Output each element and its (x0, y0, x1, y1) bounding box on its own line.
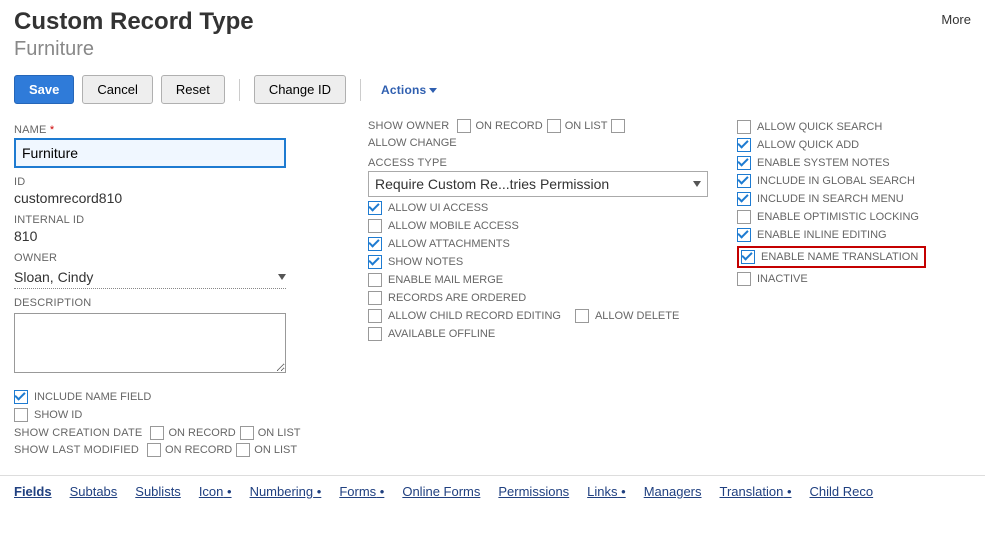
creation-onrecord-checkbox[interactable] (150, 426, 164, 440)
owner-onlist-checkbox[interactable] (547, 119, 561, 133)
allow-ui-access-checkbox[interactable] (368, 201, 382, 215)
page-title: Custom Record Type (14, 8, 254, 36)
include-in-search-menu-checkbox[interactable] (737, 192, 751, 206)
tab-translation[interactable]: Translation (720, 484, 792, 499)
show-creation-date-label: SHOW CREATION DATE (14, 427, 142, 439)
modified-onrecord-checkbox[interactable] (147, 443, 161, 457)
tab-fields[interactable]: Fields (14, 484, 52, 499)
chevron-down-icon (278, 274, 286, 280)
internal-id-value: 810 (14, 228, 344, 244)
allow-attachments-checkbox[interactable] (368, 237, 382, 251)
save-button[interactable]: Save (14, 75, 74, 104)
show-last-modified-label: SHOW LAST MODIFIED (14, 444, 139, 456)
enable-name-translation-highlight: ENABLE NAME TRANSLATION (737, 246, 926, 268)
description-textarea[interactable] (14, 313, 286, 373)
chevron-down-icon (429, 88, 437, 93)
enable-optimistic-locking-checkbox[interactable] (737, 210, 751, 224)
available-offline-checkbox[interactable] (368, 327, 382, 341)
tab-forms[interactable]: Forms (339, 484, 384, 499)
owner-onrecord-checkbox[interactable] (457, 119, 471, 133)
allow-mobile-access-checkbox[interactable] (368, 219, 382, 233)
enable-inline-editing-checkbox[interactable] (737, 228, 751, 242)
change-id-button[interactable]: Change ID (254, 75, 346, 104)
include-name-field-checkbox[interactable] (14, 390, 28, 404)
allow-delete-checkbox[interactable] (575, 309, 589, 323)
records-are-ordered-checkbox[interactable] (368, 291, 382, 305)
owner-select[interactable]: Sloan, Cindy (14, 266, 286, 289)
inactive-checkbox[interactable] (737, 272, 751, 286)
access-type-select[interactable]: Require Custom Re...tries Permission (368, 171, 708, 197)
allow-child-record-editing-checkbox[interactable] (368, 309, 382, 323)
show-id-label: SHOW ID (34, 409, 82, 421)
id-label: ID (14, 176, 344, 188)
owner-label: OWNER (14, 252, 344, 264)
include-name-field-label: INCLUDE NAME FIELD (34, 391, 151, 403)
tab-permissions[interactable]: Permissions (498, 484, 569, 499)
reset-button[interactable]: Reset (161, 75, 225, 104)
internal-id-label: INTERNAL ID (14, 214, 344, 226)
enable-system-notes-checkbox[interactable] (737, 156, 751, 170)
tab-subtabs[interactable]: Subtabs (70, 484, 118, 499)
chevron-down-icon (693, 181, 701, 187)
name-input[interactable] (14, 138, 286, 168)
tab-icon[interactable]: Icon (199, 484, 232, 499)
page-subtitle: Furniture (14, 38, 254, 61)
creation-onlist-checkbox[interactable] (240, 426, 254, 440)
tab-child-records[interactable]: Child Reco (810, 484, 874, 499)
access-type-label: ACCESS TYPE (368, 157, 713, 169)
tab-online-forms[interactable]: Online Forms (402, 484, 480, 499)
cancel-button[interactable]: Cancel (82, 75, 152, 104)
divider (239, 79, 240, 101)
tab-links[interactable]: Links (587, 484, 626, 499)
modified-onlist-checkbox[interactable] (236, 443, 250, 457)
tab-bar: Fields Subtabs Sublists Icon Numbering F… (0, 475, 985, 507)
enable-name-translation-checkbox[interactable] (741, 250, 755, 264)
allow-quick-add-checkbox[interactable] (737, 138, 751, 152)
show-owner-label: SHOW OWNER (368, 120, 449, 132)
include-in-global-search-checkbox[interactable] (737, 174, 751, 188)
divider (360, 79, 361, 101)
tab-managers[interactable]: Managers (644, 484, 702, 499)
show-id-checkbox[interactable] (14, 408, 28, 422)
actions-menu[interactable]: Actions (375, 83, 437, 97)
allow-quick-search-checkbox[interactable] (737, 120, 751, 134)
more-link[interactable]: More (941, 12, 971, 27)
tab-sublists[interactable]: Sublists (135, 484, 181, 499)
enable-mail-merge-checkbox[interactable] (368, 273, 382, 287)
id-value: customrecord810 (14, 190, 344, 206)
owner-allowchange-checkbox[interactable] (611, 119, 625, 133)
name-label: NAME * (14, 124, 344, 136)
description-label: DESCRIPTION (14, 297, 344, 309)
show-notes-checkbox[interactable] (368, 255, 382, 269)
tab-numbering[interactable]: Numbering (250, 484, 322, 499)
